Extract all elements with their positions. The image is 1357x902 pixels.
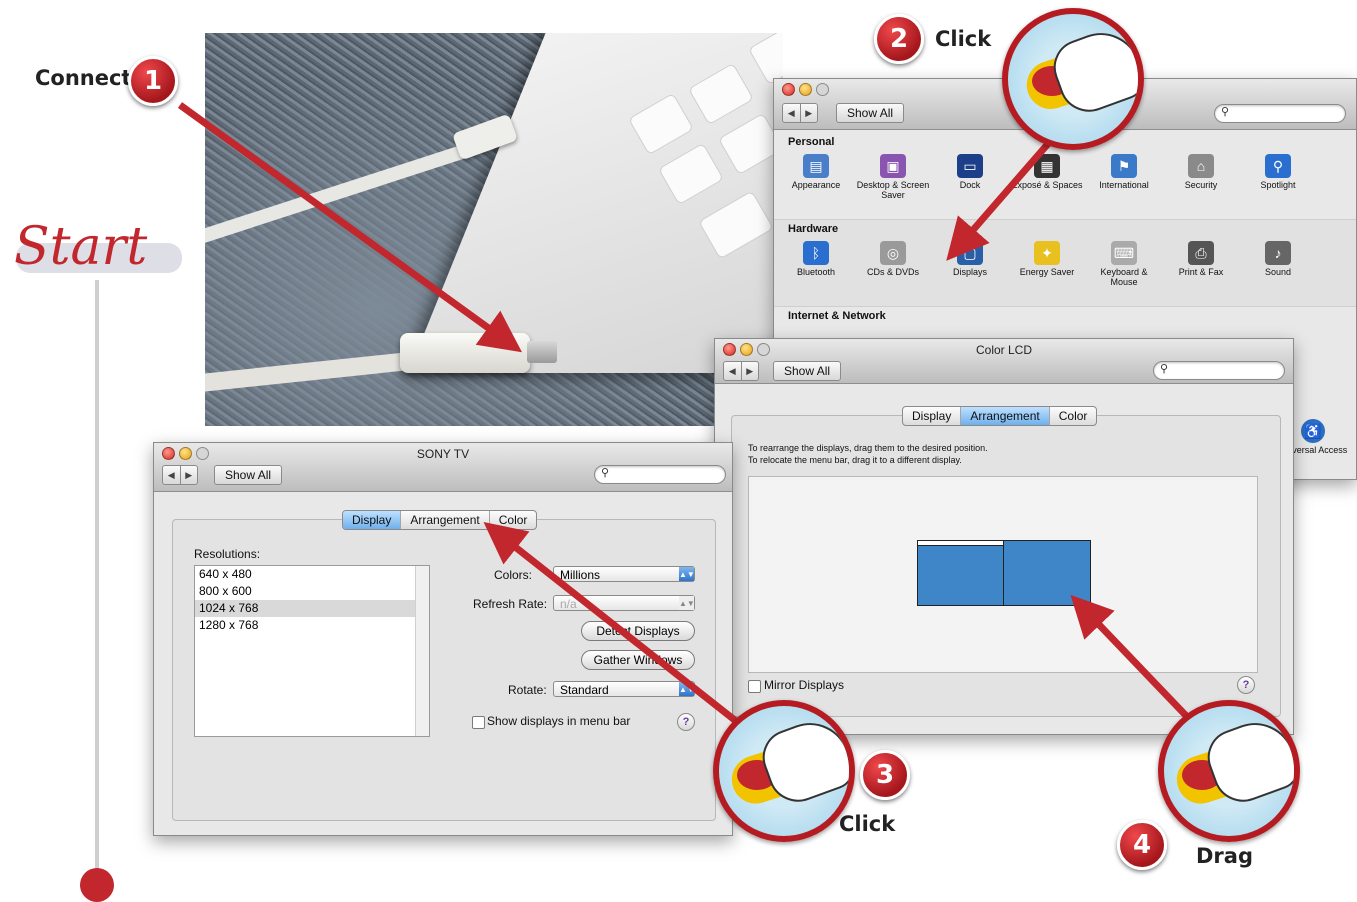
annotation-arrows (177, 102, 1198, 743)
step1-label: Connect (35, 66, 132, 90)
step4-label: Drag (1196, 844, 1253, 868)
mouse-click-icon (713, 700, 855, 842)
step1-badge: 1 (128, 56, 178, 106)
step2-badge: 2 (874, 14, 924, 64)
step3-label: Click (839, 812, 896, 836)
step4-badge: 4 (1117, 820, 1167, 870)
arrow-connect (177, 102, 523, 353)
arrow-click-displays (946, 127, 1063, 261)
step2-label: Click (935, 27, 992, 51)
step3-badge: 3 (860, 750, 910, 800)
mouse-drag-icon (1158, 700, 1300, 842)
arrow-drag (1070, 594, 1198, 728)
mouse-click-icon (1002, 8, 1144, 150)
arrow-click-arrangement (483, 521, 763, 743)
